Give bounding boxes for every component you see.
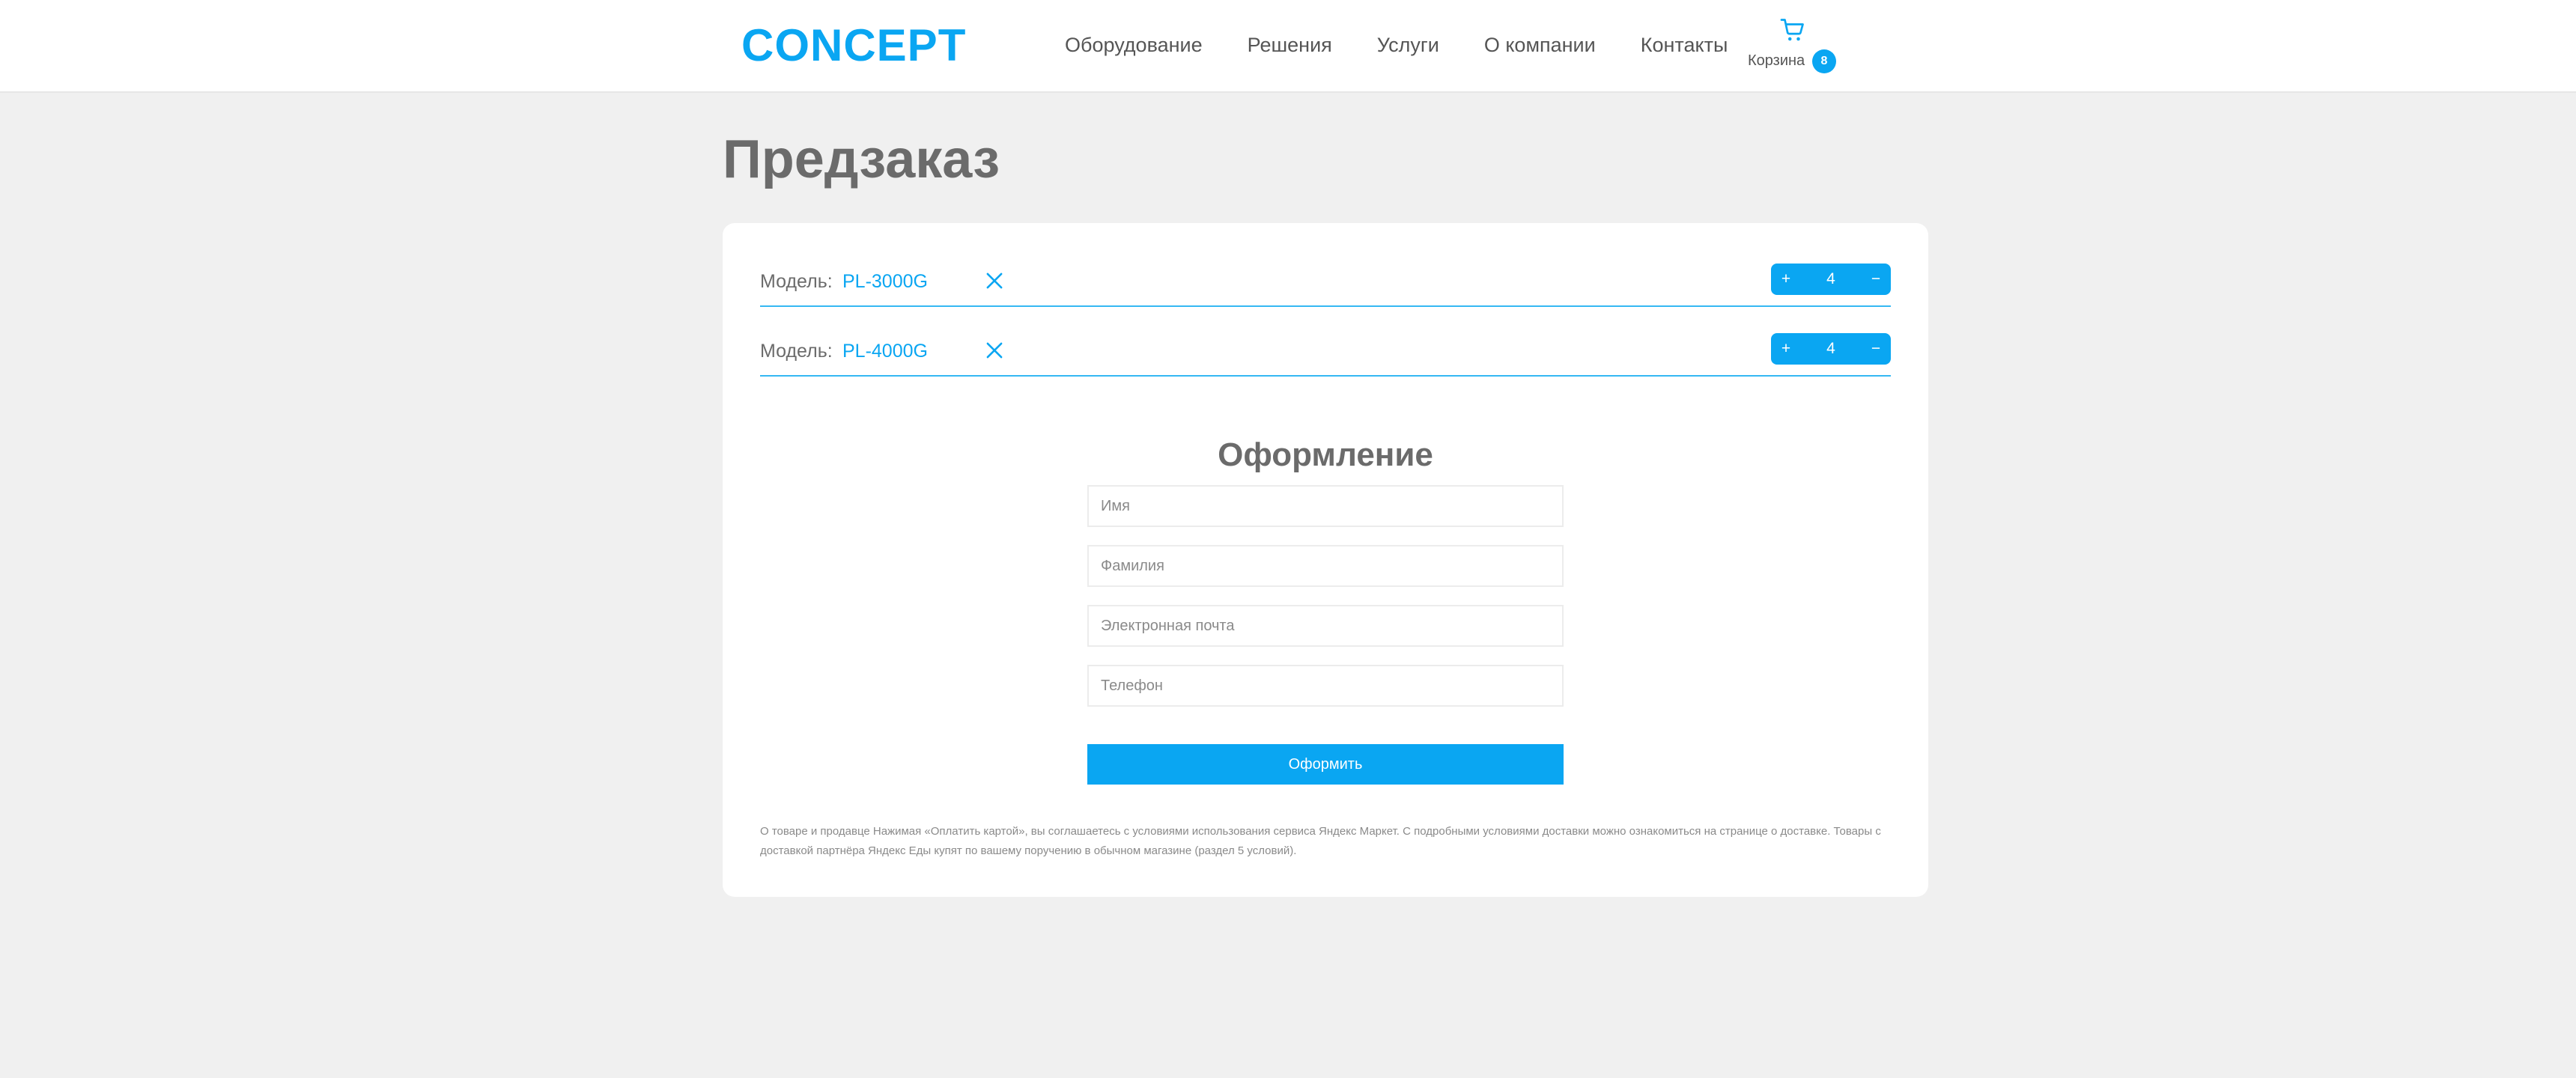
quantity-stepper: + 4 − <box>1771 264 1891 295</box>
first-name-input[interactable] <box>1087 485 1564 527</box>
checkout-title: Оформление <box>1218 436 1433 473</box>
shopping-cart-icon <box>1780 19 1804 41</box>
nav-contacts[interactable]: Контакты <box>1641 31 1728 58</box>
quantity-value: 4 <box>1826 340 1835 357</box>
quantity-increase-button[interactable]: + <box>1771 333 1801 365</box>
close-icon[interactable] <box>985 341 1004 360</box>
nav-services[interactable]: Услуги <box>1377 31 1439 58</box>
quantity-increase-button[interactable]: + <box>1771 264 1801 295</box>
nav-about[interactable]: О компании <box>1484 31 1596 58</box>
order-item: Модель: PL-4000G + 4 − <box>760 329 1891 377</box>
order-item: Модель: PL-3000G + 4 − <box>760 259 1891 307</box>
site-header: CONCEPT Оборудование Решения Услуги О ко… <box>0 0 2576 93</box>
quantity-stepper: + 4 − <box>1771 333 1891 365</box>
cart-label: Корзина <box>1748 52 1805 69</box>
preorder-card: Модель: PL-3000G + 4 − Модель: PL-4000G … <box>723 223 1928 897</box>
nav-solutions[interactable]: Решения <box>1248 31 1332 58</box>
phone-input[interactable] <box>1087 665 1564 707</box>
item-model-name[interactable]: PL-3000G <box>842 271 928 293</box>
nav-equipment[interactable]: Оборудование <box>1065 31 1203 58</box>
item-model-label: Модель: <box>760 271 833 292</box>
cart-button[interactable]: Корзина 8 <box>1748 16 1838 76</box>
main-nav: Оборудование Решения Услуги О компании К… <box>1065 31 1772 58</box>
disclaimer-text: О товаре и продавце Нажимая «Оплатить ка… <box>760 825 1881 857</box>
quantity-decrease-button[interactable]: − <box>1861 333 1891 365</box>
item-model-name[interactable]: PL-4000G <box>842 341 928 362</box>
quantity-decrease-button[interactable]: − <box>1861 264 1891 295</box>
logo[interactable]: CONCEPT <box>741 21 966 70</box>
email-input[interactable] <box>1087 605 1564 647</box>
submit-order-button[interactable]: Оформить <box>1087 744 1564 785</box>
page-title: Предзаказ <box>723 130 1000 189</box>
quantity-value: 4 <box>1826 270 1835 287</box>
last-name-input[interactable] <box>1087 545 1564 587</box>
close-icon[interactable] <box>985 271 1004 290</box>
item-model-label: Модель: <box>760 341 833 362</box>
cart-count-badge: 8 <box>1812 49 1836 73</box>
